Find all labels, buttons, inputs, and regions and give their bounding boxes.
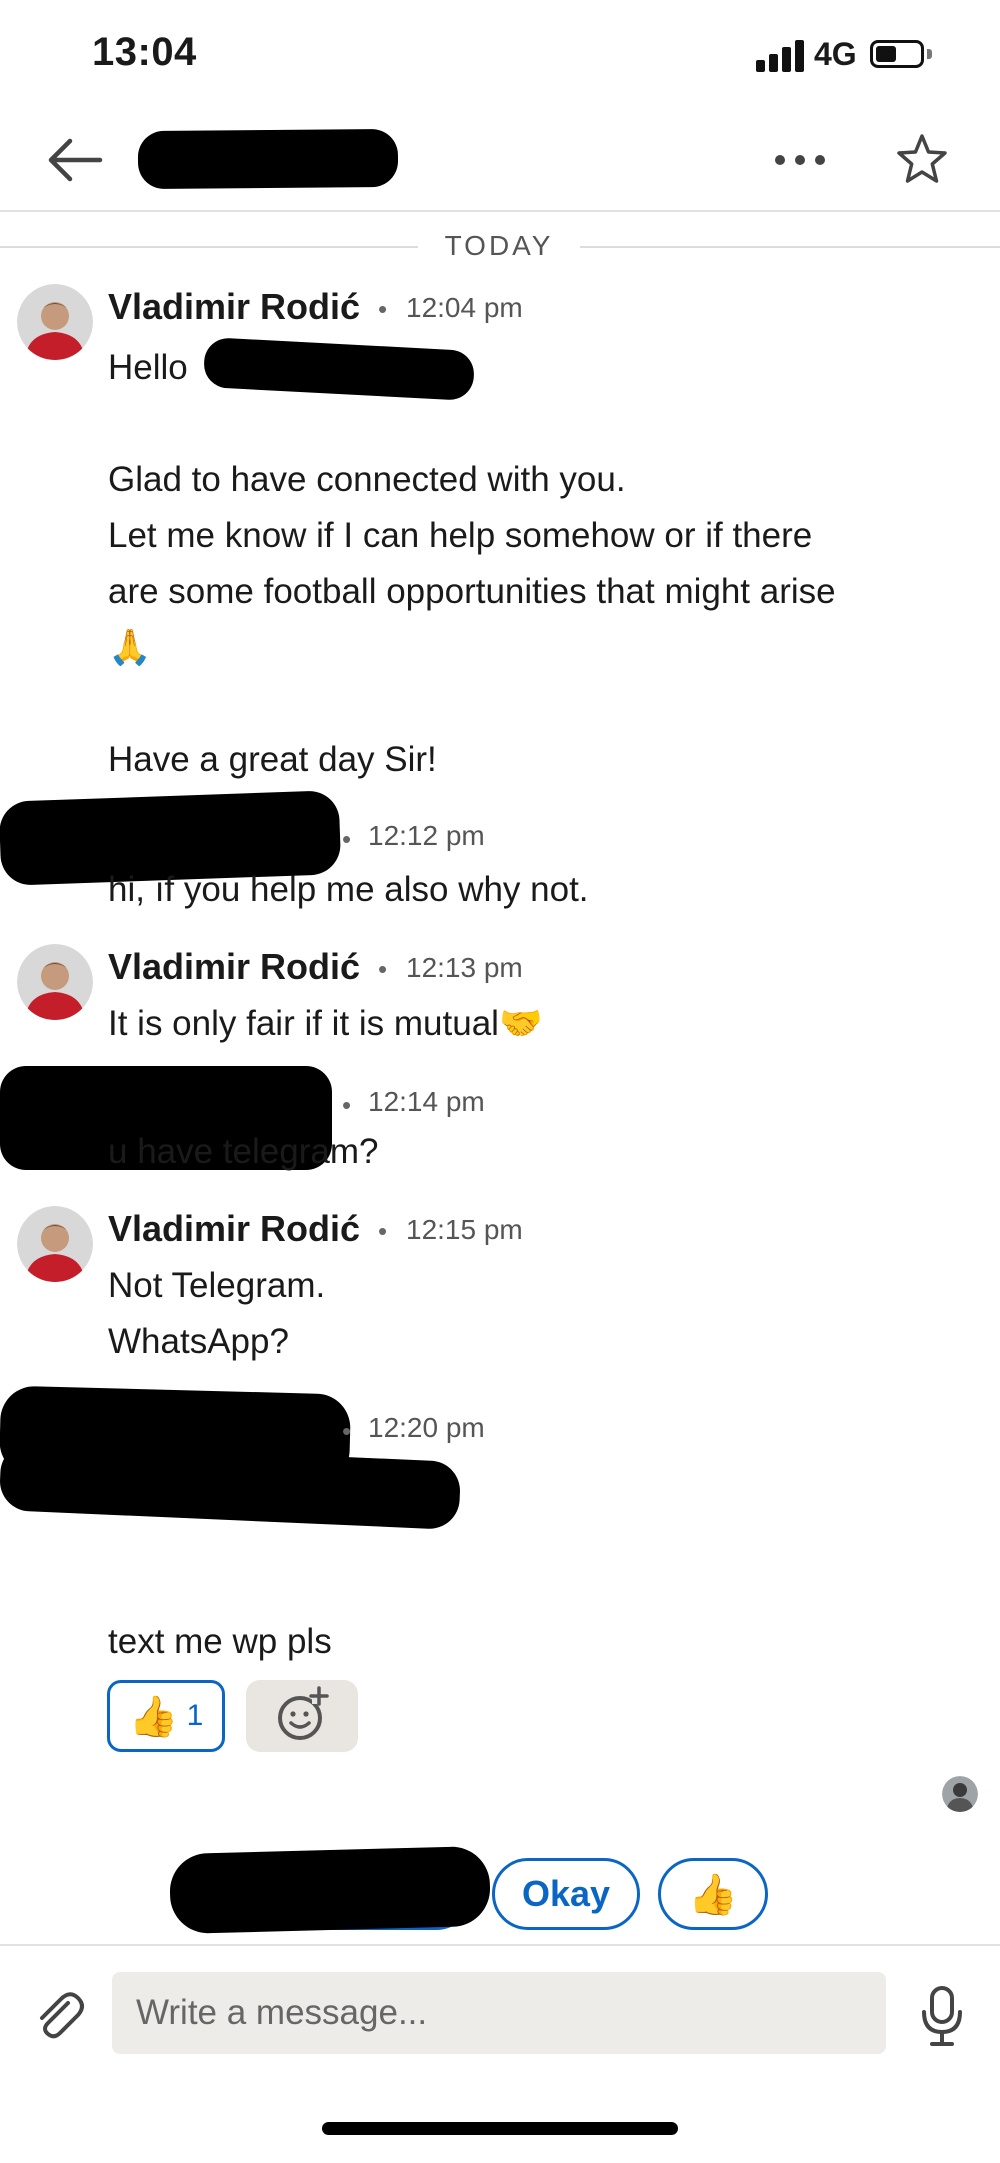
more-options-button[interactable] bbox=[770, 135, 830, 185]
more-horizontal-icon bbox=[775, 155, 825, 165]
attach-button[interactable] bbox=[28, 1986, 88, 2046]
sender-name[interactable]: Vladimir Rodić bbox=[108, 286, 360, 328]
avatar[interactable] bbox=[17, 284, 93, 360]
voice-message-button[interactable] bbox=[920, 1984, 964, 2048]
battery-icon bbox=[870, 40, 924, 68]
separator-dot: • bbox=[342, 1416, 352, 1446]
redacted-name bbox=[202, 336, 476, 402]
reaction-thumbs-up[interactable]: 👍 1 bbox=[107, 1680, 225, 1752]
suggested-reply-okay[interactable]: Okay bbox=[492, 1858, 640, 1930]
redacted-content bbox=[0, 1441, 462, 1531]
message-time: 12:12 pm bbox=[368, 820, 485, 851]
message-time: 12:13 pm bbox=[406, 952, 523, 983]
message-line: are some football opportunities that mig… bbox=[108, 572, 836, 611]
star-button[interactable] bbox=[892, 130, 952, 190]
seen-receipt-avatar bbox=[942, 1776, 978, 1812]
avatar[interactable] bbox=[17, 1206, 93, 1282]
message-line: Let me know if I can help somehow or if … bbox=[108, 516, 813, 555]
smiley-plus-icon bbox=[278, 1686, 329, 1740]
message-line: Have a great day Sir! bbox=[108, 740, 437, 779]
home-indicator bbox=[322, 2122, 678, 2135]
composer-divider bbox=[0, 1944, 1000, 1946]
avatar[interactable] bbox=[17, 944, 93, 1020]
battery-tip bbox=[927, 49, 932, 59]
message-time: 12:15 pm bbox=[406, 1214, 523, 1245]
network-type: 4G bbox=[814, 36, 857, 72]
sender-name[interactable]: Vladimir Rodić bbox=[108, 946, 360, 988]
thumbs-up-icon: 👍 bbox=[128, 1694, 179, 1739]
message-line: Not Telegram. bbox=[108, 1266, 326, 1305]
separator-dot: • bbox=[342, 1090, 352, 1120]
message-time: 12:14 pm bbox=[368, 1086, 485, 1117]
message-line: text me wp pls bbox=[108, 1622, 332, 1661]
add-reaction-button[interactable] bbox=[246, 1680, 358, 1752]
message-line: It is only fair if it is mutual🤝 bbox=[108, 1004, 543, 1043]
arrow-left-icon bbox=[48, 138, 103, 182]
separator-dot: • bbox=[378, 954, 388, 984]
signal-strength-icon bbox=[756, 40, 806, 72]
message-line: Glad to have connected with you. bbox=[108, 460, 626, 499]
status-time: 13:04 bbox=[92, 30, 197, 74]
paperclip-icon bbox=[40, 1992, 84, 2039]
sender-name[interactable]: Vladimir Rodić bbox=[108, 1208, 360, 1250]
date-divider-line-left bbox=[0, 246, 418, 248]
separator-dot: • bbox=[378, 294, 388, 324]
contact-name-redacted[interactable] bbox=[137, 128, 399, 190]
message-line: hi, ıf you help me also why not. bbox=[108, 870, 589, 909]
date-divider-line-right bbox=[580, 246, 1000, 248]
message-line: WhatsApp? bbox=[108, 1322, 289, 1361]
microphone-icon bbox=[922, 1986, 962, 2046]
message-line: u have telegram? bbox=[108, 1132, 379, 1171]
star-icon bbox=[897, 134, 947, 183]
suggested-reply-thumbs-up[interactable]: 👍 bbox=[658, 1858, 768, 1930]
separator-dot: • bbox=[378, 1216, 388, 1246]
reaction-count: 1 bbox=[186, 1699, 204, 1732]
date-divider-label: TODAY bbox=[444, 230, 554, 261]
message-time: 12:04 pm bbox=[406, 292, 523, 323]
header-divider bbox=[0, 210, 1000, 212]
back-button[interactable] bbox=[40, 130, 110, 190]
message-emoji: 🙏 bbox=[108, 628, 152, 667]
separator-dot: • bbox=[342, 824, 352, 854]
message-line: Hello bbox=[108, 348, 188, 387]
message-time: 12:20 pm bbox=[368, 1412, 485, 1443]
redacted-suggestion bbox=[169, 1845, 491, 1935]
message-input[interactable] bbox=[112, 1972, 886, 2054]
